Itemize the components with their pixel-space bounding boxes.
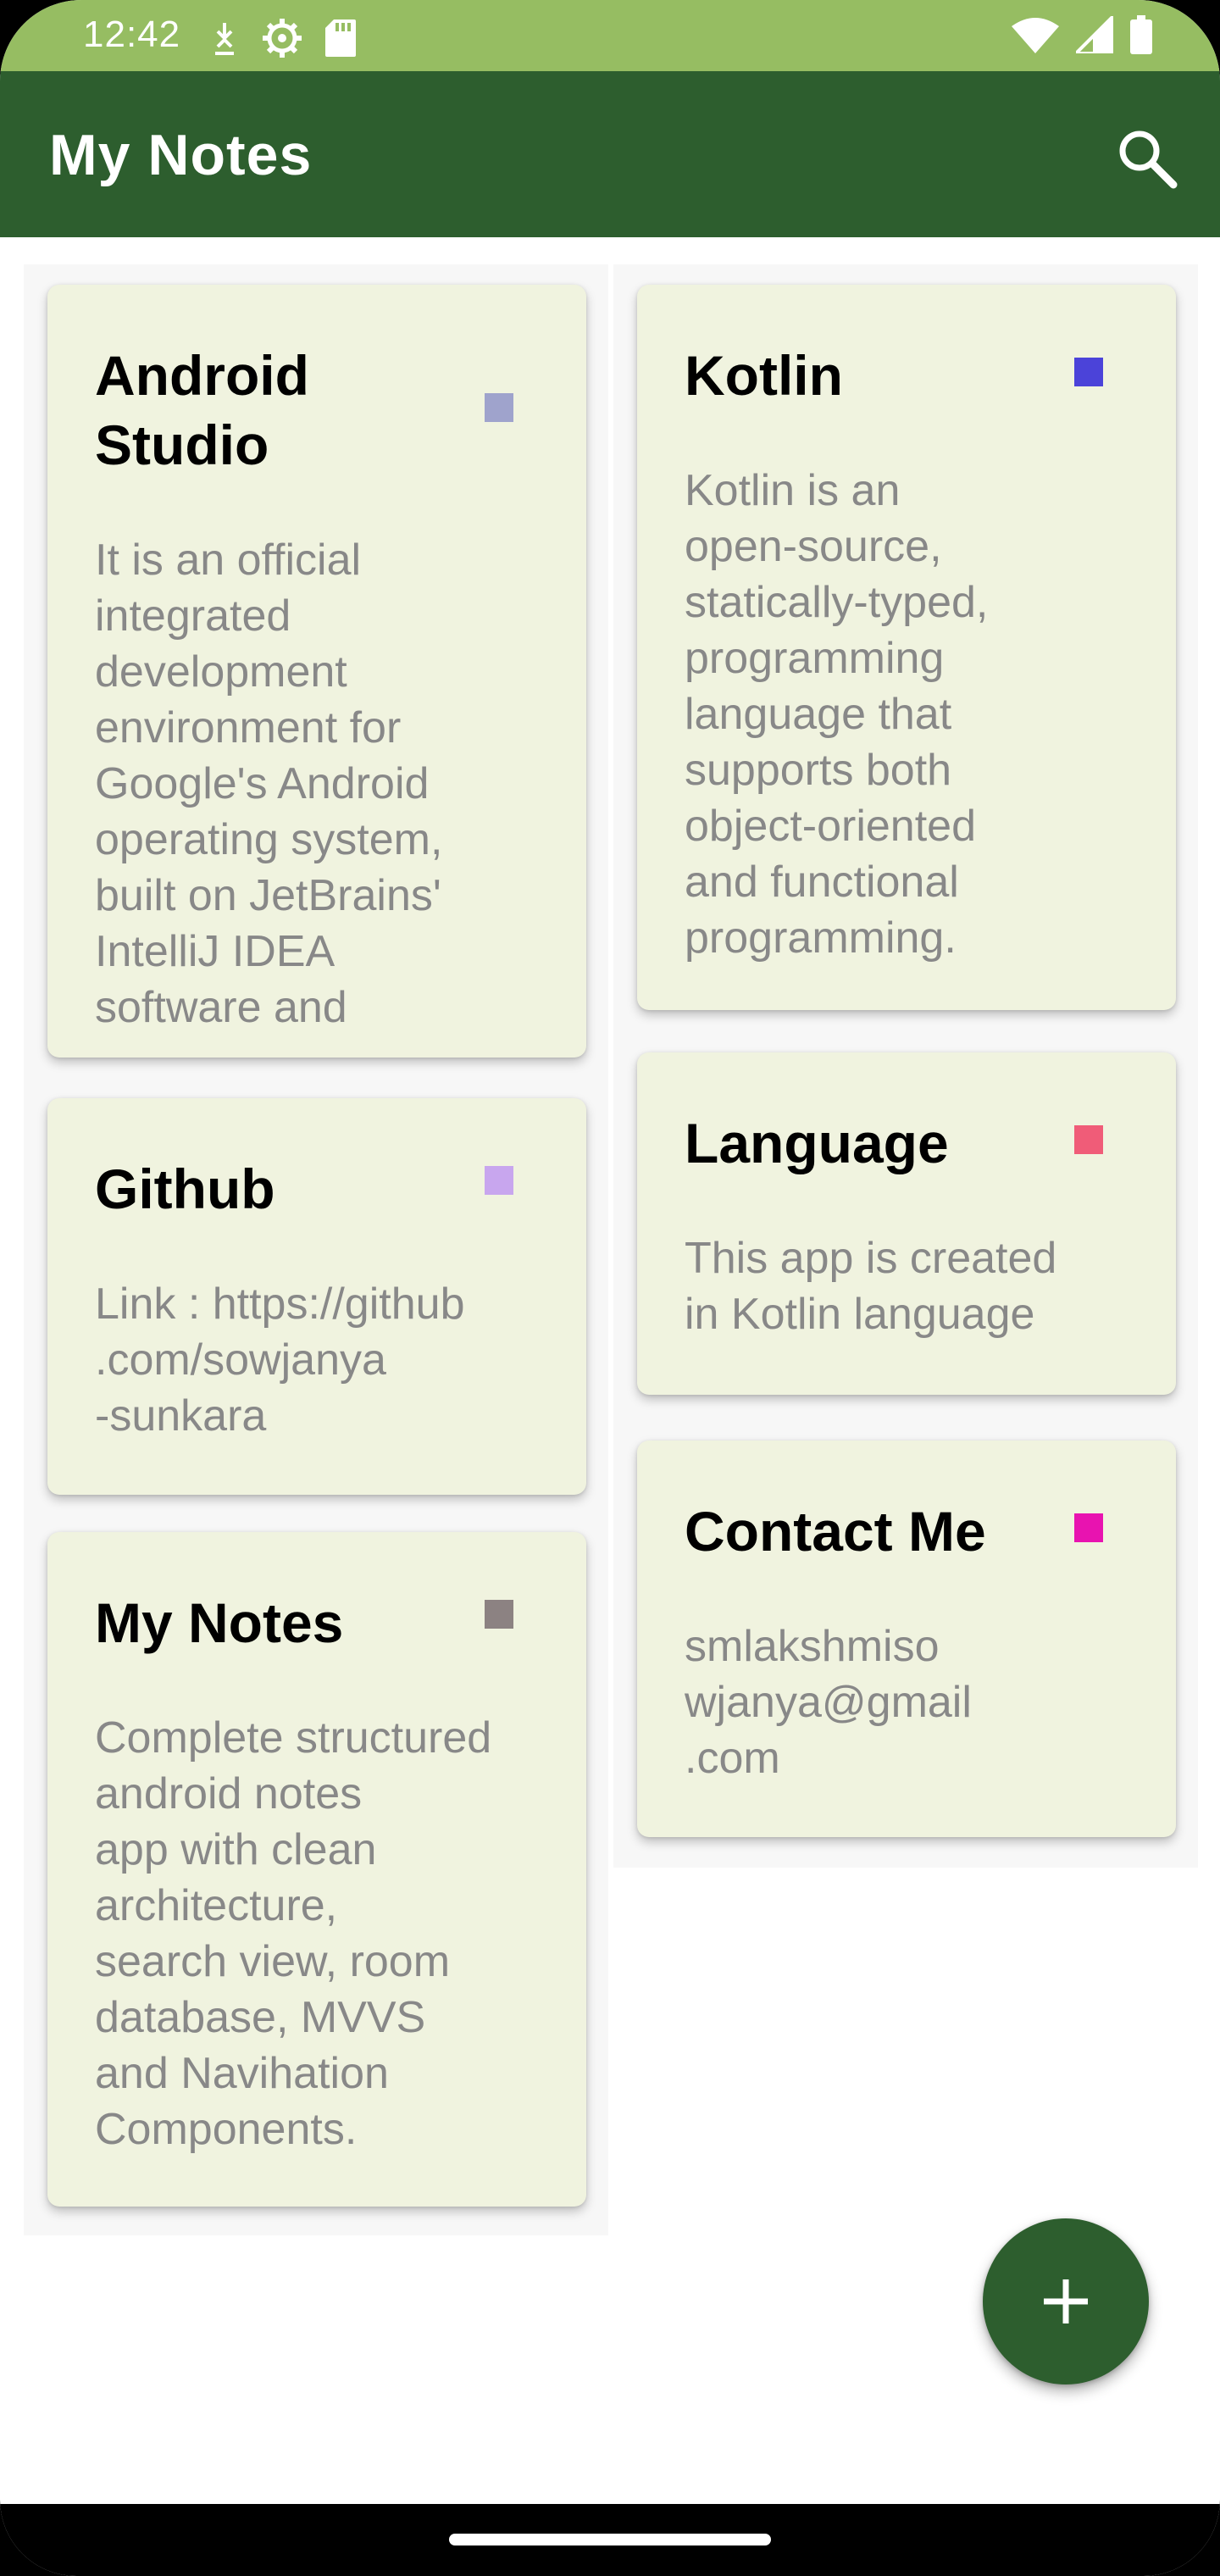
note-title: Android Studio (95, 344, 309, 476)
settings-icon (261, 17, 303, 64)
note-item[interactable]: Kotlin Kotlin is an open-source, statica… (613, 264, 1198, 1032)
download-icon (210, 21, 239, 59)
note-title: Kotlin (685, 344, 843, 407)
note-title: Contact Me (685, 1500, 986, 1563)
wifi-icon (1012, 16, 1059, 58)
note-color-indicator (1074, 358, 1103, 386)
note-title: Github (95, 1158, 275, 1220)
status-time: 12:42 (83, 14, 181, 55)
note-card[interactable]: My Notes Complete structured android not… (47, 1532, 586, 2207)
note-card[interactable]: Android Studio It is an official integra… (47, 285, 586, 1058)
note-title: Language (685, 1112, 949, 1174)
note-item[interactable]: Android Studio It is an official integra… (24, 264, 608, 1078)
app-title: My Notes (49, 123, 313, 187)
note-card[interactable]: Language This app is created in Kotlin l… (637, 1052, 1176, 1395)
note-color-indicator (1074, 1513, 1103, 1542)
note-body: Complete structured android notes app wi… (95, 1713, 492, 2154)
note-body: Link : https://github .com/sowjanya -sun… (95, 1280, 465, 1441)
app-bar: My Notes (0, 71, 1220, 237)
note-card[interactable]: Contact Me smlakshmiso wjanya@gmail .com (637, 1441, 1176, 1837)
sd-card-icon (325, 19, 356, 61)
note-color-indicator (485, 393, 513, 422)
notes-screen: 12:42 My Notes Android Studio It is an o… (0, 0, 1220, 2576)
search-button[interactable] (1114, 125, 1182, 193)
note-item[interactable]: Contact Me smlakshmiso wjanya@gmail .com (613, 1420, 1198, 1868)
note-title: My Notes (95, 1591, 344, 1654)
note-color-indicator (485, 1600, 513, 1629)
note-item[interactable]: Language This app is created in Kotlin l… (613, 1032, 1198, 1420)
note-body: This app is created in Kotlin language (685, 1234, 1057, 1339)
home-handle[interactable] (449, 2534, 771, 2545)
note-color-indicator (485, 1166, 513, 1195)
note-color-indicator (1074, 1125, 1103, 1154)
add-note-button[interactable] (983, 2218, 1149, 2384)
note-body: It is an official integrated development… (95, 536, 443, 1032)
note-card[interactable]: Github Link : https://github .com/sowjan… (47, 1098, 586, 1495)
search-icon (1114, 130, 1182, 197)
notes-column-left: Android Studio It is an official integra… (24, 264, 608, 2235)
cell-signal-icon (1072, 12, 1115, 58)
note-body: smlakshmiso wjanya@gmail .com (685, 1622, 972, 1783)
navigation-bar (0, 2504, 1220, 2576)
note-body: Kotlin is an open-source, statically-typ… (685, 466, 989, 963)
status-bar: 12:42 (0, 0, 1220, 71)
plus-icon (1044, 2279, 1088, 2323)
battery-icon (1130, 15, 1152, 58)
note-item[interactable]: Github Link : https://github .com/sowjan… (24, 1078, 608, 1512)
note-item[interactable]: My Notes Complete structured android not… (24, 1512, 608, 2235)
note-card[interactable]: Kotlin Kotlin is an open-source, statica… (637, 285, 1176, 1010)
notes-column-right: Kotlin Kotlin is an open-source, statica… (613, 264, 1198, 1868)
